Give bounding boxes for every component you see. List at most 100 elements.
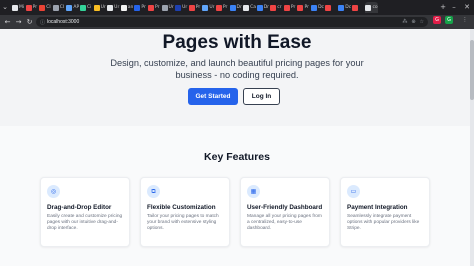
browser-tab[interactable] <box>351 2 365 13</box>
tab-favicon-icon <box>134 4 141 11</box>
browser-tab[interactable]: Ur <box>202 2 215 13</box>
browser-tab[interactable]: Cl <box>52 2 66 13</box>
features-heading: Key Features <box>204 151 270 163</box>
extension-badge-2[interactable]: G <box>445 16 453 24</box>
get-started-button[interactable]: Get Started <box>188 88 238 105</box>
browser-tab[interactable]: Pr <box>25 2 39 13</box>
page-scrollbar-thumb[interactable] <box>470 40 474 100</box>
browser-tab[interactable]: Pr <box>147 2 161 13</box>
browser-tab[interactable]: Dr <box>256 2 270 13</box>
tab-favicon-icon <box>215 4 222 11</box>
url-input[interactable] <box>47 19 247 25</box>
browser-tab[interactable]: Pr <box>297 2 310 13</box>
tab-label: Pr <box>195 5 201 10</box>
credit-card-icon: ▭ <box>347 185 360 198</box>
log-in-button[interactable]: Log In <box>243 88 280 105</box>
extension-badge-1[interactable]: G <box>433 16 441 24</box>
browser-tab[interactable]: Ci <box>79 2 93 13</box>
tab-label: co <box>372 5 378 10</box>
sliders-icon: ⧉ <box>147 185 160 198</box>
tab-favicon-icon <box>25 4 32 11</box>
browser-tab[interactable]: Ur <box>107 2 120 13</box>
browser-toolbar: ← → ↻ ⓘ ⁂ ⊕ ☆ <box>0 15 474 29</box>
tab-favicon-icon <box>283 4 290 11</box>
hero-subtitle: Design, customize, and launch beautiful … <box>110 58 364 80</box>
address-bar[interactable]: ⓘ ⁂ ⊕ ☆ <box>36 17 428 27</box>
feature-description: Manage all your pricing pages from a cen… <box>247 214 322 232</box>
tab-favicon-icon <box>243 4 250 11</box>
translate-icon[interactable]: ⁂ <box>402 19 407 25</box>
tab-favicon-icon <box>188 4 195 11</box>
feature-title: Payment Integration <box>347 204 408 211</box>
tab-label: Dc <box>345 5 351 10</box>
browser-tab[interactable]: Pr <box>215 2 229 13</box>
tab-favicon-icon <box>107 4 114 11</box>
feature-title: Drag-and-Drop Editor <box>47 204 112 211</box>
tab-favicon-icon <box>93 4 100 11</box>
browser-tab[interactable]: cr <box>270 2 283 13</box>
tab-favicon-icon <box>79 4 86 11</box>
tab-favicon-icon <box>256 4 263 11</box>
browser-tab[interactable]: Pr <box>188 2 202 13</box>
feature-description: Easily create and customize pricing page… <box>47 214 123 232</box>
tab-favicon-icon <box>147 4 154 11</box>
browser-tab[interactable]: Dr <box>229 2 243 13</box>
tab-favicon-icon <box>351 4 358 11</box>
browser-tab[interactable]: Ur <box>161 2 175 13</box>
hero-title: Pages with Ease <box>162 32 312 53</box>
minimize-button[interactable]: – <box>449 2 459 12</box>
site-info-icon[interactable]: ⓘ <box>40 19 47 26</box>
browser-tab[interactable]: Ur <box>93 2 107 13</box>
browser-tab[interactable] <box>324 2 338 13</box>
tab-favicon-icon <box>311 4 318 11</box>
feature-card-payment: ▭ Payment Integration Seamlessly integra… <box>340 177 430 247</box>
tab-favicon-icon <box>39 4 46 11</box>
browser-tab[interactable]: Pr <box>134 2 147 13</box>
feature-card-drag-and-drop: ◎ Drag-and-Drop Editor Easily create and… <box>40 177 130 247</box>
feature-description: Tailor your pricing pages to match your … <box>147 214 219 232</box>
menu-icon[interactable]: ⋮ <box>461 16 469 24</box>
browser-tab[interactable]: an <box>120 2 133 13</box>
browser-tab[interactable]: Dc <box>338 2 351 13</box>
feature-title: Flexible Customization <box>147 204 216 211</box>
tab-favicon-icon <box>175 4 182 11</box>
tab-favicon-icon <box>161 4 168 11</box>
tab-label: Ur <box>182 5 188 10</box>
zoom-icon[interactable]: ⊕ <box>411 19 415 25</box>
tab-label: Cl <box>46 5 51 10</box>
tab-favicon-icon <box>66 4 73 11</box>
hero-section: Pages with Ease Design, customize, and l… <box>0 29 474 126</box>
browser-tab[interactable]: AP <box>66 2 79 13</box>
features-section: Key Features ◎ Drag-and-Drop Editor Easi… <box>0 126 474 266</box>
feature-card-customization: ⧉ Flexible Customization Tailor your pri… <box>140 177 230 247</box>
tab-favicon-icon <box>52 4 59 11</box>
bookmark-star-icon[interactable]: ☆ <box>420 19 424 25</box>
grid-icon: ◎ <box>47 185 60 198</box>
tab-label: Ur <box>114 5 120 10</box>
tab-label: Ur <box>209 5 215 10</box>
reload-icon[interactable]: ↻ <box>24 17 35 28</box>
browser-tab[interactable]: Ur <box>175 2 188 13</box>
tab-favicon-icon <box>324 4 331 11</box>
browser-tab[interactable]: co <box>365 2 379 13</box>
back-icon[interactable]: ← <box>2 17 13 28</box>
browser-tab[interactable]: Dc <box>311 2 324 13</box>
browser-tab-bar: ⌄ Mi Pr Cl Cl AP Ci Ur Ur an Pr Pr Ur Ur Pr Ur Pr Dr Ca Dr… <box>0 0 474 15</box>
tab-label: Ci <box>86 5 92 10</box>
browser-tab[interactable]: Ca <box>243 2 256 13</box>
browser-tab[interactable]: Pr <box>283 2 297 13</box>
tab-label: Pr <box>141 5 146 10</box>
dashboard-icon: ▦ <box>247 185 260 198</box>
new-tab-button[interactable]: + <box>438 2 448 12</box>
browser-tab[interactable]: Mi <box>12 2 25 13</box>
tab-favicon-icon <box>12 4 18 11</box>
tab-label: Mi <box>19 5 25 10</box>
close-window-icon[interactable]: ✕ <box>462 2 472 12</box>
forward-icon[interactable]: → <box>13 17 24 28</box>
browser-tab[interactable]: Cl <box>39 2 52 13</box>
tab-search-icon[interactable]: ⌄ <box>0 2 10 12</box>
tab-favicon-icon <box>297 4 304 11</box>
tab-favicon-icon <box>120 4 127 11</box>
tab-favicon-icon <box>202 4 209 11</box>
tab-favicon-icon <box>365 4 372 11</box>
